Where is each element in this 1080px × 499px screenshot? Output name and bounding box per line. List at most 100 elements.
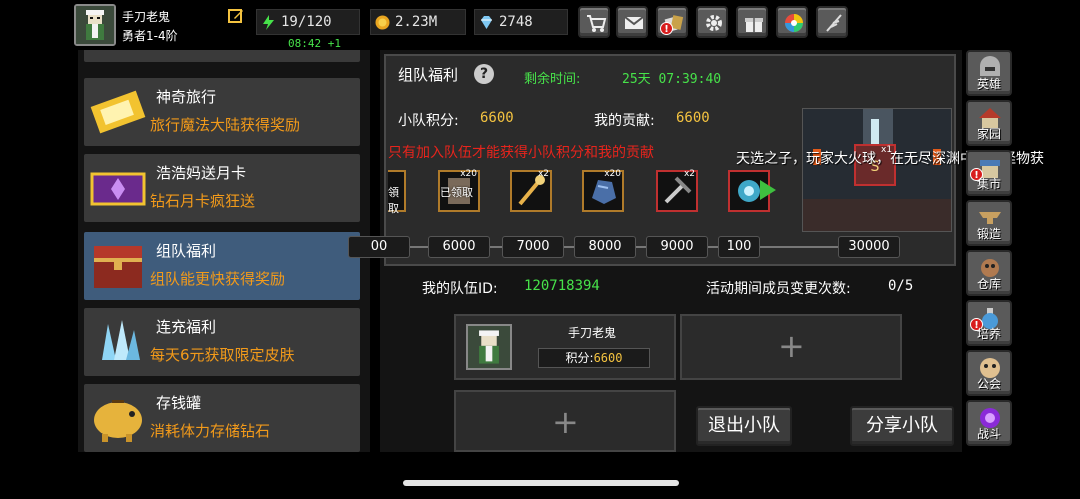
time-left-label: 剩余时间:: [524, 72, 581, 87]
cards-alert-badge: !: [660, 22, 673, 35]
mail-button[interactable]: [616, 6, 648, 38]
sidebar-guild[interactable]: 公会: [966, 350, 1012, 396]
milestone-tick: 6000: [428, 236, 490, 258]
member-changes-label: 活动期间成员变更次数:: [706, 281, 851, 297]
feather-button[interactable]: [816, 6, 848, 38]
milestone-tick: 00: [348, 236, 410, 258]
gold-counter: 2.23M: [370, 9, 466, 35]
time-left-value: 25天 07:39:40: [622, 72, 722, 87]
reward-item[interactable]: x2: [656, 169, 698, 212]
event-list: 神奇旅行 旅行魔法大陆获得奖励 浩浩妈送月卡 钻石月卡疯狂送 组队福利 组队能更…: [78, 50, 370, 452]
top-bar: 手刀老鬼 勇者1-4阶 19/120 08:42 +1 2.23M 2748 !: [0, 0, 1080, 50]
sidebar-label: 集市: [976, 177, 1001, 191]
scroll-right-arrow-icon[interactable]: [756, 176, 780, 204]
cards-button[interactable]: !: [656, 6, 688, 38]
list-item-monthly-card[interactable]: 浩浩妈送月卡 钻石月卡疯狂送: [84, 154, 360, 222]
mail-icon: [624, 16, 644, 29]
player-rank: 勇者1-4阶: [122, 29, 178, 43]
gift-icon: [745, 18, 763, 32]
list-item-subtitle: 每天6元获取限定皮肤: [150, 346, 295, 364]
leave-team-button[interactable]: 退出小队: [696, 406, 792, 446]
gear-icon: [706, 15, 722, 31]
settings-button[interactable]: [696, 6, 728, 38]
reward-item[interactable]: x20: [582, 169, 624, 212]
team-welfare-panel: 组队福利 ? 剩余时间: 25天 07:39:40 小队积分: 6600 我的贡…: [348, 50, 1044, 452]
sidebar-market[interactable]: ! 集市: [966, 150, 1012, 196]
gem-counter: 2748: [474, 9, 568, 35]
list-item-magic-travel[interactable]: 神奇旅行 旅行魔法大陆获得奖励: [84, 78, 360, 146]
reward-track[interactable]: 領取 已领取 x20 x2 x20 x2: [388, 168, 794, 218]
member-changes-value: 0/5: [888, 278, 914, 294]
sidebar-battle[interactable]: 战斗: [966, 400, 1012, 446]
my-contribution-value: 6600: [676, 110, 710, 126]
list-item-title: 神奇旅行: [156, 88, 217, 106]
milestone-track: 00 6000 7000 8000 9000 100 30000: [348, 234, 906, 260]
sidebar-warehouse[interactable]: 仓库: [966, 250, 1012, 296]
list-item-title: 连充福利: [156, 318, 217, 336]
my-contribution-label: 我的贡献:: [594, 113, 655, 129]
list-item-subtitle: 钻石月卡疯狂送: [150, 192, 256, 210]
squad-score-label: 小队积分:: [398, 113, 459, 129]
list-item-team-welfare[interactable]: 组队福利 组队能更快获得奖励: [84, 232, 360, 300]
member-avatar: [466, 324, 512, 370]
milestone-tick-final: 30000: [838, 236, 900, 258]
sidebar-label: 仓库: [976, 277, 1001, 291]
milestone-tick: 8000: [574, 236, 636, 258]
member-name: 手刀老鬼: [568, 326, 617, 340]
energy-timer: 08:42 +1: [288, 37, 341, 50]
sidebar-label: 培养: [976, 327, 1001, 341]
ticket-icon: [90, 90, 146, 134]
empty-member-slot[interactable]: +: [454, 390, 676, 452]
list-item-title: 存钱罐: [156, 394, 202, 412]
member-score: 积分:6600: [538, 348, 650, 368]
gold-value: 2.23M: [395, 14, 438, 30]
milestone-tick: 9000: [646, 236, 708, 258]
shop-button[interactable]: [578, 6, 610, 38]
gem-icon: [481, 16, 492, 29]
edit-icon[interactable]: [228, 8, 244, 24]
reward-item[interactable]: 已领取 x20: [438, 169, 480, 212]
list-item-recharge[interactable]: 连充福利 每天6元获取限定皮肤: [84, 308, 360, 376]
join-team-notice: 只有加入队伍才能获得小队积分和我的贡献: [388, 145, 654, 161]
sidebar-forge[interactable]: 锻造: [966, 200, 1012, 246]
empty-member-slot[interactable]: +: [680, 314, 902, 380]
crystal-icon: [102, 320, 140, 360]
list-item-subtitle: 旅行魔法大陆获得奖励: [150, 116, 301, 134]
list-item-partial[interactable]: [84, 50, 360, 62]
home-indicator[interactable]: [403, 480, 679, 486]
piggy-bank-icon: [94, 400, 142, 442]
squad-score-value: 6600: [480, 110, 514, 126]
monthly-card-icon: [90, 172, 146, 206]
gift-button[interactable]: [736, 6, 768, 38]
promo-video[interactable]: S x1: [802, 108, 952, 232]
player-avatar[interactable]: [74, 4, 116, 46]
sidebar-heroes[interactable]: 英雄: [966, 50, 1012, 96]
feather-icon: [826, 14, 842, 32]
energy-value: 19/120: [281, 14, 332, 30]
add-member-icon: +: [778, 327, 805, 365]
share-team-button[interactable]: 分享小队: [850, 406, 954, 446]
energy-icon: [263, 15, 274, 30]
sidebar-cultivate[interactable]: ! 培养: [966, 300, 1012, 346]
cart-icon: [587, 15, 607, 32]
sidebar-label: 锻造: [976, 227, 1001, 241]
reward-item[interactable]: x2: [510, 169, 552, 212]
sidebar-home[interactable]: 家园: [966, 100, 1012, 146]
gold-coin-icon: [375, 15, 390, 30]
color-wheel-icon: [785, 14, 803, 32]
welfare-title: 组队福利: [398, 66, 459, 84]
color-wheel-button[interactable]: [776, 6, 808, 38]
team-id-value: 120718394: [524, 278, 600, 294]
gem-value: 2748: [499, 14, 533, 30]
player-name: 手刀老鬼: [122, 10, 171, 24]
list-item-title: 组队福利: [156, 242, 217, 260]
sidebar-label: 家园: [976, 127, 1001, 141]
list-item-subtitle: 组队能更快获得奖励: [150, 270, 286, 288]
help-icon[interactable]: ?: [474, 64, 494, 84]
team-member-slot[interactable]: 手刀老鬼 积分:6600: [454, 314, 676, 380]
list-item-piggy-bank[interactable]: 存钱罐 消耗体力存储钻石: [84, 384, 360, 452]
team-id-label: 我的队伍ID:: [422, 281, 498, 297]
dungeon-scene-image: S: [803, 109, 951, 231]
treasure-chest-icon: [94, 246, 142, 288]
reward-item[interactable]: 領取: [388, 170, 406, 215]
